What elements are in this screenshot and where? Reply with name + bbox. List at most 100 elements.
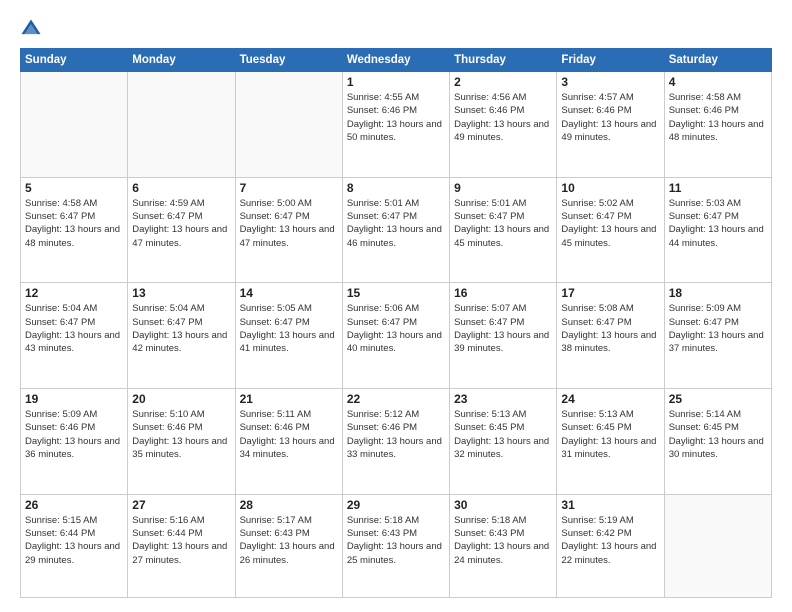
calendar-table: SundayMondayTuesdayWednesdayThursdayFrid… bbox=[20, 48, 772, 598]
calendar-header-thursday: Thursday bbox=[450, 49, 557, 72]
day-info: Sunrise: 5:13 AM Sunset: 6:45 PM Dayligh… bbox=[454, 408, 552, 461]
calendar-cell: 21 Sunrise: 5:11 AM Sunset: 6:46 PM Dayli… bbox=[235, 389, 342, 495]
day-number: 31 bbox=[561, 498, 659, 512]
day-info: Sunrise: 5:07 AM Sunset: 6:47 PM Dayligh… bbox=[454, 302, 552, 355]
day-number: 6 bbox=[132, 181, 230, 195]
day-info: Sunrise: 5:11 AM Sunset: 6:46 PM Dayligh… bbox=[240, 408, 338, 461]
day-info: Sunrise: 5:13 AM Sunset: 6:45 PM Dayligh… bbox=[561, 408, 659, 461]
calendar-header-saturday: Saturday bbox=[664, 49, 771, 72]
calendar-cell: 25Sunrise: 5:14 AM Sunset: 6:45 PM Dayli… bbox=[664, 389, 771, 495]
calendar-cell: 15Sunrise: 5:06 AM Sunset: 6:47 PM Dayli… bbox=[342, 283, 449, 389]
calendar-cell bbox=[664, 494, 771, 597]
calendar-cell: 12 Sunrise: 5:04 AM Sunset: 6:47 PM Dayli… bbox=[21, 283, 128, 389]
day-number: 16 bbox=[454, 286, 552, 300]
day-number: 27 bbox=[132, 498, 230, 512]
calendar-cell: 16 Sunrise: 5:07 AM Sunset: 6:47 PM Dayli… bbox=[450, 283, 557, 389]
day-number: 14 bbox=[240, 286, 338, 300]
calendar-cell: 14 Sunrise: 5:05 AM Sunset: 6:47 PM Dayli… bbox=[235, 283, 342, 389]
calendar-cell: 10Sunrise: 5:02 AM Sunset: 6:47 PM Dayli… bbox=[557, 177, 664, 283]
day-number: 7 bbox=[240, 181, 338, 195]
calendar-cell: 26 Sunrise: 5:15 AM Sunset: 6:44 PM Dayli… bbox=[21, 494, 128, 597]
calendar-header-wednesday: Wednesday bbox=[342, 49, 449, 72]
day-info: Sunrise: 4:59 AM Sunset: 6:47 PM Dayligh… bbox=[132, 197, 230, 250]
calendar-cell: 27 Sunrise: 5:16 AM Sunset: 6:44 PM Dayli… bbox=[128, 494, 235, 597]
day-number: 21 bbox=[240, 392, 338, 406]
day-info: Sunrise: 5:19 AM Sunset: 6:42 PM Dayligh… bbox=[561, 514, 659, 567]
logo bbox=[20, 18, 45, 40]
day-info: Sunrise: 5:15 AM Sunset: 6:44 PM Dayligh… bbox=[25, 514, 123, 567]
calendar-cell bbox=[235, 72, 342, 178]
day-info: Sunrise: 5:18 AM Sunset: 6:43 PM Dayligh… bbox=[347, 514, 445, 567]
day-number: 2 bbox=[454, 75, 552, 89]
calendar-cell: 18Sunrise: 5:09 AM Sunset: 6:47 PM Dayli… bbox=[664, 283, 771, 389]
day-info: Sunrise: 5:10 AM Sunset: 6:46 PM Dayligh… bbox=[132, 408, 230, 461]
calendar-cell: 20Sunrise: 5:10 AM Sunset: 6:46 PM Dayli… bbox=[128, 389, 235, 495]
calendar-cell: 29 Sunrise: 5:18 AM Sunset: 6:43 PM Dayli… bbox=[342, 494, 449, 597]
day-info: Sunrise: 5:09 AM Sunset: 6:46 PM Dayligh… bbox=[25, 408, 123, 461]
calendar-header-friday: Friday bbox=[557, 49, 664, 72]
calendar-cell: 2 Sunrise: 4:56 AM Sunset: 6:46 PM Daylig… bbox=[450, 72, 557, 178]
day-number: 9 bbox=[454, 181, 552, 195]
calendar-cell: 11Sunrise: 5:03 AM Sunset: 6:47 PM Dayli… bbox=[664, 177, 771, 283]
day-info: Sunrise: 5:08 AM Sunset: 6:47 PM Dayligh… bbox=[561, 302, 659, 355]
day-number: 26 bbox=[25, 498, 123, 512]
day-info: Sunrise: 4:57 AM Sunset: 6:46 PM Dayligh… bbox=[561, 91, 659, 144]
calendar-cell: 4 Sunrise: 4:58 AM Sunset: 6:46 PM Daylig… bbox=[664, 72, 771, 178]
day-number: 10 bbox=[561, 181, 659, 195]
day-info: Sunrise: 5:04 AM Sunset: 6:47 PM Dayligh… bbox=[25, 302, 123, 355]
calendar-cell: 9Sunrise: 5:01 AM Sunset: 6:47 PM Daylig… bbox=[450, 177, 557, 283]
day-info: Sunrise: 5:14 AM Sunset: 6:45 PM Dayligh… bbox=[669, 408, 767, 461]
calendar-header-monday: Monday bbox=[128, 49, 235, 72]
calendar-cell: 1 Sunrise: 4:55 AM Sunset: 6:46 PM Daylig… bbox=[342, 72, 449, 178]
day-number: 8 bbox=[347, 181, 445, 195]
calendar-cell: 13 Sunrise: 5:04 AM Sunset: 6:47 PM Dayli… bbox=[128, 283, 235, 389]
calendar-cell: 23 Sunrise: 5:13 AM Sunset: 6:45 PM Dayli… bbox=[450, 389, 557, 495]
day-number: 28 bbox=[240, 498, 338, 512]
day-number: 5 bbox=[25, 181, 123, 195]
day-info: Sunrise: 5:12 AM Sunset: 6:46 PM Dayligh… bbox=[347, 408, 445, 461]
calendar-cell: 17 Sunrise: 5:08 AM Sunset: 6:47 PM Dayli… bbox=[557, 283, 664, 389]
day-number: 3 bbox=[561, 75, 659, 89]
logo-icon bbox=[20, 18, 42, 40]
day-info: Sunrise: 5:00 AM Sunset: 6:47 PM Dayligh… bbox=[240, 197, 338, 250]
calendar-cell: 5 Sunrise: 4:58 AM Sunset: 6:47 PM Daylig… bbox=[21, 177, 128, 283]
day-number: 30 bbox=[454, 498, 552, 512]
calendar-header-row: SundayMondayTuesdayWednesdayThursdayFrid… bbox=[21, 49, 772, 72]
day-number: 1 bbox=[347, 75, 445, 89]
day-info: Sunrise: 5:01 AM Sunset: 6:47 PM Dayligh… bbox=[347, 197, 445, 250]
calendar-cell bbox=[21, 72, 128, 178]
calendar-week-1: 5 Sunrise: 4:58 AM Sunset: 6:47 PM Daylig… bbox=[21, 177, 772, 283]
day-number: 13 bbox=[132, 286, 230, 300]
calendar-cell: 3 Sunrise: 4:57 AM Sunset: 6:46 PM Daylig… bbox=[557, 72, 664, 178]
calendar-cell: 8 Sunrise: 5:01 AM Sunset: 6:47 PM Daylig… bbox=[342, 177, 449, 283]
day-number: 12 bbox=[25, 286, 123, 300]
calendar-cell: 6 Sunrise: 4:59 AM Sunset: 6:47 PM Daylig… bbox=[128, 177, 235, 283]
day-number: 22 bbox=[347, 392, 445, 406]
day-info: Sunrise: 4:55 AM Sunset: 6:46 PM Dayligh… bbox=[347, 91, 445, 144]
day-info: Sunrise: 5:03 AM Sunset: 6:47 PM Dayligh… bbox=[669, 197, 767, 250]
day-info: Sunrise: 5:16 AM Sunset: 6:44 PM Dayligh… bbox=[132, 514, 230, 567]
calendar-cell: 19Sunrise: 5:09 AM Sunset: 6:46 PM Dayli… bbox=[21, 389, 128, 495]
day-number: 15 bbox=[347, 286, 445, 300]
day-info: Sunrise: 5:05 AM Sunset: 6:47 PM Dayligh… bbox=[240, 302, 338, 355]
day-number: 29 bbox=[347, 498, 445, 512]
day-info: Sunrise: 4:58 AM Sunset: 6:47 PM Dayligh… bbox=[25, 197, 123, 250]
page: SundayMondayTuesdayWednesdayThursdayFrid… bbox=[0, 0, 792, 612]
day-number: 18 bbox=[669, 286, 767, 300]
calendar-week-3: 19Sunrise: 5:09 AM Sunset: 6:46 PM Dayli… bbox=[21, 389, 772, 495]
calendar-cell: 31 Sunrise: 5:19 AM Sunset: 6:42 PM Dayli… bbox=[557, 494, 664, 597]
day-number: 4 bbox=[669, 75, 767, 89]
calendar-header-tuesday: Tuesday bbox=[235, 49, 342, 72]
header bbox=[20, 18, 772, 40]
calendar-week-4: 26 Sunrise: 5:15 AM Sunset: 6:44 PM Dayli… bbox=[21, 494, 772, 597]
day-number: 24 bbox=[561, 392, 659, 406]
day-info: Sunrise: 5:04 AM Sunset: 6:47 PM Dayligh… bbox=[132, 302, 230, 355]
calendar-header-sunday: Sunday bbox=[21, 49, 128, 72]
day-number: 17 bbox=[561, 286, 659, 300]
day-info: Sunrise: 4:58 AM Sunset: 6:46 PM Dayligh… bbox=[669, 91, 767, 144]
day-number: 23 bbox=[454, 392, 552, 406]
day-info: Sunrise: 5:17 AM Sunset: 6:43 PM Dayligh… bbox=[240, 514, 338, 567]
calendar-cell: 24 Sunrise: 5:13 AM Sunset: 6:45 PM Dayli… bbox=[557, 389, 664, 495]
day-info: Sunrise: 4:56 AM Sunset: 6:46 PM Dayligh… bbox=[454, 91, 552, 144]
day-info: Sunrise: 5:18 AM Sunset: 6:43 PM Dayligh… bbox=[454, 514, 552, 567]
